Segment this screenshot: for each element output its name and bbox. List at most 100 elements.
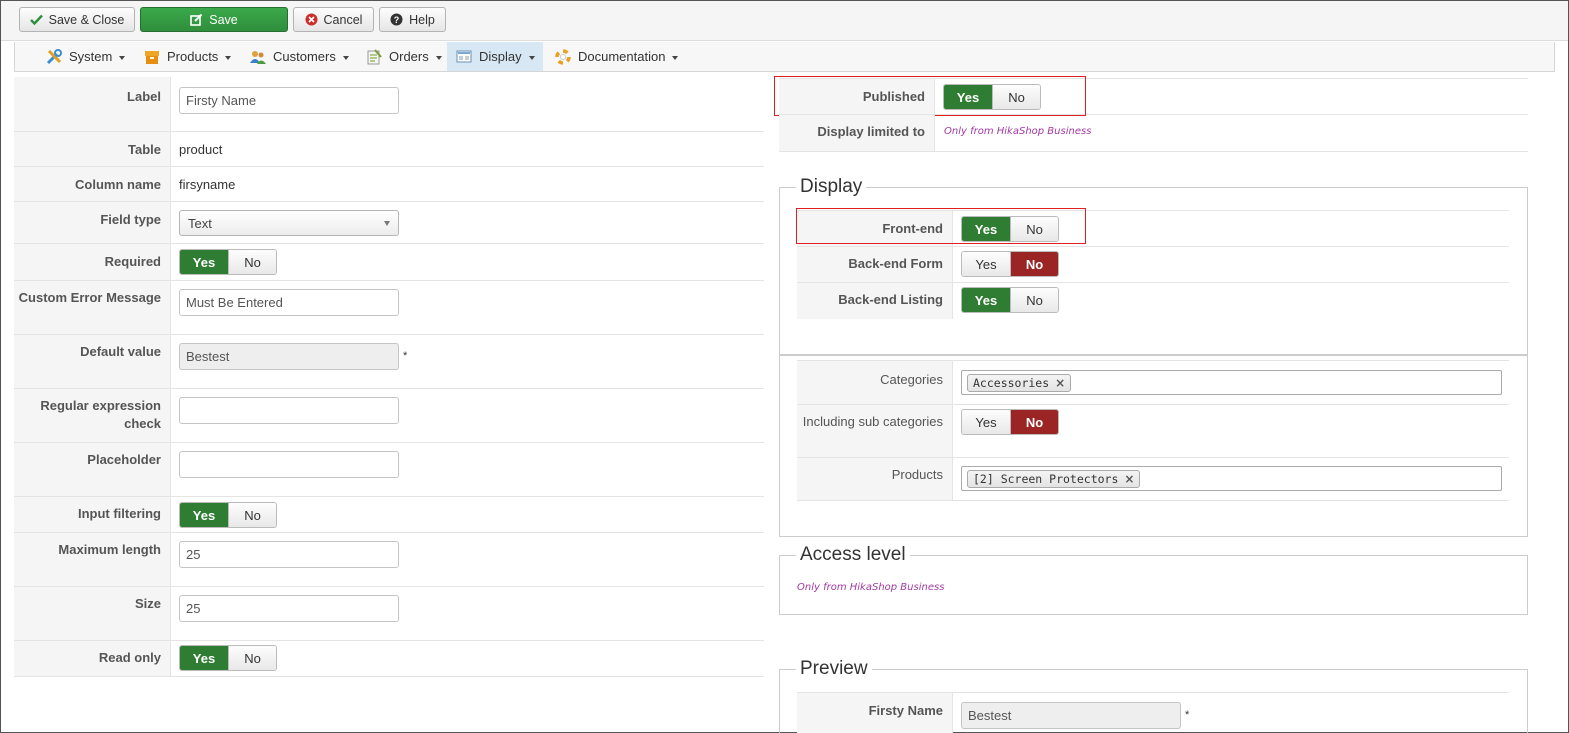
row-display-limited: Display limited to Only from HikaShop Bu… bbox=[779, 115, 1528, 152]
help-button[interactable]: ? Help bbox=[379, 7, 446, 32]
menu-documentation[interactable]: Documentation bbox=[546, 42, 686, 71]
menu-system[interactable]: System bbox=[37, 42, 133, 71]
row-preview: Firsty Name Bestest * bbox=[797, 692, 1509, 733]
row-categories: Categories Accessories × bbox=[797, 360, 1509, 405]
remove-icon[interactable]: × bbox=[1055, 376, 1065, 390]
input-filtering-no[interactable]: No bbox=[228, 503, 276, 527]
size-input[interactable]: 25 bbox=[179, 595, 399, 622]
input-filtering-yes[interactable]: Yes bbox=[180, 503, 228, 527]
row-read-only: Read only Yes No bbox=[14, 641, 764, 677]
row-regex: Regular expression check bbox=[14, 389, 764, 443]
orders-icon bbox=[367, 48, 382, 64]
required-star: * bbox=[403, 350, 408, 362]
tools-icon bbox=[46, 48, 62, 64]
remove-icon[interactable]: × bbox=[1124, 472, 1134, 486]
chevron-down-icon bbox=[225, 55, 232, 60]
row-max-length: Maximum length 25 bbox=[14, 533, 764, 587]
cancel-icon bbox=[305, 13, 318, 26]
menu-display[interactable]: Display bbox=[447, 42, 543, 71]
menu-orders[interactable]: Orders bbox=[357, 42, 450, 71]
regex-input[interactable] bbox=[179, 397, 399, 424]
placeholder-input[interactable] bbox=[179, 451, 399, 478]
chevron-down-icon bbox=[119, 55, 126, 60]
divider bbox=[779, 354, 1528, 356]
max-length-input[interactable]: 25 bbox=[179, 541, 399, 568]
placeholder-label: Placeholder bbox=[14, 443, 171, 496]
chevron-down-icon bbox=[342, 55, 349, 60]
row-input-filtering: Input filtering Yes No bbox=[14, 497, 764, 533]
including-sub-label: Including sub categories bbox=[797, 405, 953, 457]
required-label: Required bbox=[14, 244, 171, 280]
save-close-label: Save & Close bbox=[48, 12, 125, 27]
read-only-no[interactable]: No bbox=[228, 646, 276, 670]
required-toggle: Yes No bbox=[179, 249, 277, 275]
users-icon bbox=[250, 50, 266, 64]
cancel-label: Cancel bbox=[323, 12, 363, 27]
preview-field-label: Firsty Name bbox=[797, 693, 953, 733]
categories-input[interactable]: Accessories × bbox=[961, 370, 1502, 395]
toolbar: Save & Close Save Cancel ? Help bbox=[1, 1, 1568, 41]
row-backend-form: Back-end Form Yes No bbox=[797, 247, 1509, 283]
display-legend: Display bbox=[796, 176, 867, 198]
regex-label: Regular expression check bbox=[14, 389, 171, 442]
menu-products-label: Products bbox=[167, 49, 219, 64]
access-level-note: Only from HikaShop Business bbox=[797, 582, 945, 593]
label-input[interactable]: Firsty Name bbox=[179, 87, 399, 114]
field-type-select[interactable]: Text bbox=[179, 210, 399, 236]
menu-documentation-label: Documentation bbox=[578, 49, 666, 64]
size-label: Size bbox=[14, 587, 171, 640]
row-size: Size 25 bbox=[14, 587, 764, 641]
row-default-value: Default value Bestest * bbox=[14, 335, 764, 389]
product-tag-label: [2] Screen Protectors bbox=[973, 471, 1119, 486]
backend-form-yes[interactable]: Yes bbox=[962, 252, 1010, 276]
row-label: Label Firsty Name bbox=[14, 77, 764, 132]
backend-form-no[interactable]: No bbox=[1010, 252, 1058, 276]
including-sub-no[interactable]: No bbox=[1010, 410, 1058, 434]
menu-customers[interactable]: Customers bbox=[241, 42, 357, 71]
save-label: Save bbox=[209, 12, 238, 27]
backend-listing-no[interactable]: No bbox=[1010, 288, 1058, 312]
save-close-button[interactable]: Save & Close bbox=[19, 7, 135, 32]
read-only-toggle: Yes No bbox=[179, 645, 277, 671]
category-tag: Accessories × bbox=[967, 373, 1072, 392]
custom-error-label: Custom Error Message bbox=[14, 281, 171, 334]
display-limited-note: Only from HikaShop Business bbox=[944, 126, 1092, 137]
including-sub-toggle: Yes No bbox=[961, 409, 1059, 435]
column-name-label: Column name bbox=[14, 167, 171, 201]
custom-error-input[interactable]: Must Be Entered bbox=[179, 289, 399, 316]
backend-listing-label: Back-end Listing bbox=[797, 283, 953, 319]
products-input[interactable]: [2] Screen Protectors × bbox=[961, 466, 1502, 491]
preview-legend: Preview bbox=[796, 658, 872, 680]
column-name-value: firsyname bbox=[179, 177, 236, 192]
input-filtering-toggle: Yes No bbox=[179, 502, 277, 528]
read-only-yes[interactable]: Yes bbox=[180, 646, 228, 670]
required-yes[interactable]: Yes bbox=[180, 250, 228, 274]
categories-label: Categories bbox=[797, 361, 953, 404]
menu-products[interactable]: Products bbox=[135, 42, 239, 71]
menu-system-label: System bbox=[69, 49, 113, 64]
row-products: Products [2] Screen Protectors × bbox=[797, 458, 1509, 501]
box-icon bbox=[145, 50, 159, 64]
chevron-down-icon bbox=[672, 55, 679, 60]
including-sub-yes[interactable]: Yes bbox=[962, 410, 1010, 434]
backend-listing-yes[interactable]: Yes bbox=[962, 288, 1010, 312]
default-value-input[interactable]: Bestest bbox=[179, 343, 399, 370]
read-only-label: Read only bbox=[14, 641, 171, 676]
row-custom-error: Custom Error Message Must Be Entered bbox=[14, 281, 764, 335]
cancel-button[interactable]: Cancel bbox=[293, 7, 374, 32]
chevron-down-icon bbox=[384, 220, 390, 226]
preview-input[interactable]: Bestest bbox=[961, 702, 1181, 729]
required-no[interactable]: No bbox=[228, 250, 276, 274]
row-including-sub: Including sub categories Yes No bbox=[797, 405, 1509, 458]
max-length-label: Maximum length bbox=[14, 533, 171, 586]
table-value: product bbox=[179, 142, 223, 157]
access-level-legend: Access level bbox=[796, 544, 910, 566]
help-label: Help bbox=[409, 12, 435, 27]
row-placeholder: Placeholder bbox=[14, 443, 764, 497]
chevron-down-icon bbox=[528, 55, 535, 60]
label-label: Label bbox=[14, 77, 171, 131]
menu-customers-label: Customers bbox=[273, 49, 336, 64]
required-star: * bbox=[1185, 709, 1190, 721]
table-label: Table bbox=[14, 132, 171, 166]
save-button[interactable]: Save bbox=[140, 7, 288, 32]
